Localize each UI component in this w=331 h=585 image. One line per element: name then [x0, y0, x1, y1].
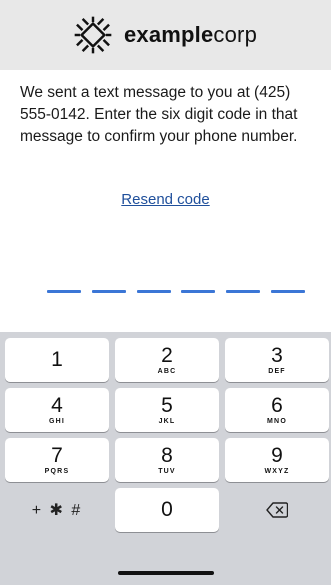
code-digit-slot-4[interactable] — [181, 290, 216, 293]
key-3[interactable]: 3 DEF — [225, 338, 329, 382]
code-digit-slot-6[interactable] — [270, 290, 305, 293]
key-number: 4 — [51, 394, 63, 417]
key-number: 0 — [161, 498, 173, 521]
key-number: 5 — [161, 394, 173, 417]
key-0[interactable]: 0 — [115, 488, 219, 532]
code-digit-slot-5[interactable] — [226, 290, 261, 293]
key-number: 1 — [51, 348, 63, 371]
code-digit-slot-1[interactable] — [47, 290, 81, 293]
key-number: 9 — [271, 444, 283, 467]
key-letters: PQRS — [44, 468, 70, 475]
chip-outline-icon — [74, 16, 112, 54]
key-number: 7 — [51, 444, 63, 467]
key-number: 6 — [271, 394, 283, 417]
backspace-icon — [266, 502, 288, 518]
key-letters: TUV — [158, 468, 176, 475]
keypad-grid: 1 2 ABC 3 DEF 4 GHI 5 JKL 6 MNO 7 PQRS 8… — [5, 338, 329, 532]
verification-message: We sent a text message to you at (425) 5… — [20, 84, 298, 145]
resend-code-link[interactable]: Resend code — [0, 191, 331, 208]
numeric-keypad: 1 2 ABC 3 DEF 4 GHI 5 JKL 6 MNO 7 PQRS 8… — [0, 332, 331, 585]
key-letters: ABC — [157, 368, 177, 375]
app-header: examplecorp — [0, 0, 331, 70]
code-digit-slot-3[interactable] — [136, 290, 171, 293]
key-8[interactable]: 8 TUV — [115, 438, 219, 482]
home-indicator[interactable] — [118, 571, 214, 575]
key-5[interactable]: 5 JKL — [115, 388, 219, 432]
key-number: 8 — [161, 444, 173, 467]
key-number: 2 — [161, 344, 173, 367]
key-9[interactable]: 9 WXYZ — [225, 438, 329, 482]
key-7[interactable]: 7 PQRS — [5, 438, 109, 482]
key-symbols[interactable]: + ✱ # — [5, 488, 109, 532]
key-4[interactable]: 4 GHI — [5, 388, 109, 432]
key-2[interactable]: 2 ABC — [115, 338, 219, 382]
key-letters: JKL — [158, 418, 176, 425]
key-number: 3 — [271, 344, 283, 367]
key-backspace[interactable] — [225, 488, 329, 532]
key-letters: MNO — [267, 418, 287, 425]
code-input[interactable] — [47, 290, 305, 293]
key-1[interactable]: 1 — [5, 338, 109, 382]
key-6[interactable]: 6 MNO — [225, 388, 329, 432]
brand-name-light: corp — [213, 22, 258, 47]
key-letters: DEF — [268, 368, 286, 375]
brand-name: examplecorp — [124, 22, 257, 48]
code-digit-slot-2[interactable] — [91, 290, 126, 293]
key-letters: GHI — [48, 418, 66, 425]
key-letters: WXYZ — [264, 468, 290, 475]
brand-name-bold: example — [123, 22, 214, 47]
key-symbols-label: + ✱ # — [31, 502, 83, 519]
